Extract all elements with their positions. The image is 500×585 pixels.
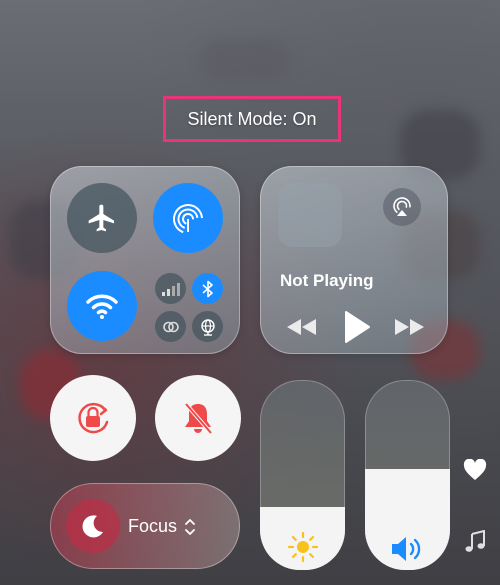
airplane-icon bbox=[88, 204, 114, 232]
bluetooth-icon bbox=[201, 280, 213, 297]
chevron-updown-icon bbox=[185, 519, 195, 535]
brightness-slider[interactable] bbox=[260, 380, 345, 570]
play-button[interactable] bbox=[343, 310, 371, 344]
airdrop-icon bbox=[173, 204, 203, 234]
rewind-icon bbox=[287, 319, 316, 335]
volume-slider[interactable] bbox=[365, 380, 450, 570]
vpn-button[interactable] bbox=[192, 311, 223, 342]
brightness-slider-fill bbox=[260, 507, 345, 570]
wifi-button[interactable] bbox=[67, 271, 137, 341]
music-note-icon bbox=[465, 529, 485, 552]
airdrop-button[interactable] bbox=[153, 183, 223, 253]
wifi-icon bbox=[86, 294, 118, 319]
album-artwork bbox=[278, 183, 342, 247]
link-icon bbox=[162, 321, 179, 332]
silent-mode-status: Silent Mode: On bbox=[187, 108, 317, 129]
cellular-data-button[interactable] bbox=[155, 273, 186, 304]
now-playing-title: Not Playing bbox=[280, 271, 374, 290]
heart-icon bbox=[463, 458, 487, 480]
play-icon bbox=[345, 311, 370, 343]
airplay-button[interactable] bbox=[383, 188, 421, 226]
silent-mode-button[interactable] bbox=[155, 375, 241, 461]
bell-slash-icon bbox=[184, 402, 213, 435]
link-button[interactable] bbox=[155, 311, 186, 342]
bluetooth-button[interactable] bbox=[192, 273, 223, 304]
heart-button[interactable] bbox=[463, 458, 487, 481]
rewind-button[interactable] bbox=[285, 316, 319, 338]
focus-moon-badge bbox=[66, 499, 120, 553]
fast-forward-button[interactable] bbox=[392, 316, 426, 338]
focus-chevron bbox=[184, 516, 196, 538]
airplay-icon bbox=[393, 197, 411, 216]
moon-icon bbox=[82, 515, 103, 538]
speaker-icon bbox=[391, 537, 420, 562]
cellular-icon bbox=[161, 282, 180, 296]
airplane-mode-button[interactable] bbox=[67, 183, 137, 253]
fast-forward-icon bbox=[395, 319, 424, 335]
orientation-lock-icon bbox=[78, 402, 109, 434]
focus-label: Focus bbox=[128, 516, 178, 536]
sun-icon bbox=[287, 532, 318, 563]
music-button[interactable] bbox=[464, 529, 486, 554]
globe-icon bbox=[200, 318, 215, 336]
orientation-lock-button[interactable] bbox=[50, 375, 136, 461]
volume-slider-fill bbox=[365, 469, 450, 570]
